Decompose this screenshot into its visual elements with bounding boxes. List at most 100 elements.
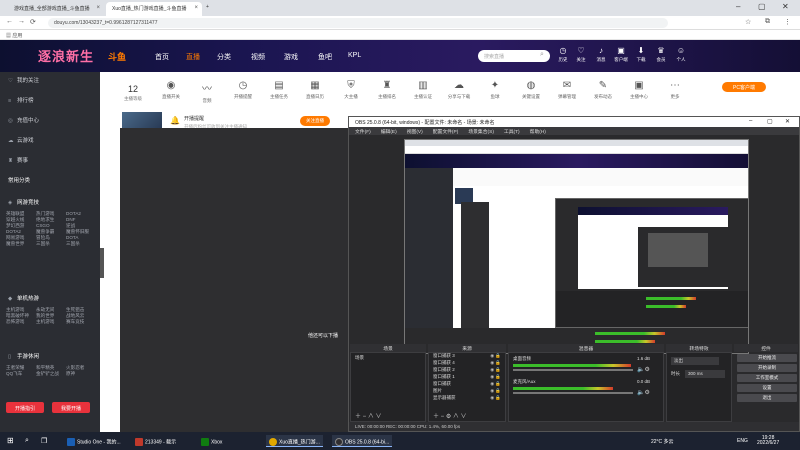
site-logo[interactable]: 斗鱼 — [108, 50, 126, 63]
obs-menu-item[interactable]: 配置文件(P) — [433, 130, 459, 135]
nav-home[interactable]: 首页 — [155, 52, 169, 62]
nav-games[interactable]: 游戏 — [284, 52, 298, 62]
obs-control-button[interactable]: 工作室模式 — [737, 374, 797, 382]
header-profile[interactable]: ☺ 个人 — [672, 46, 690, 63]
sidebar-item-recharge[interactable]: ◎ 充值中心 — [8, 116, 39, 124]
obs-control-button[interactable]: 退出 — [737, 394, 797, 402]
taskbar-app-obs[interactable]: OBS 25.0.8 (64-bi... — [332, 435, 393, 447]
reload-icon[interactable]: ⟳ — [30, 18, 36, 26]
nav-video[interactable]: 视频 — [251, 52, 265, 62]
back-icon[interactable]: ← — [6, 18, 13, 25]
eye-icon[interactable]: ◉ 🔒 — [490, 395, 501, 401]
sidebar-item-follow[interactable]: ♡ 我的关注 — [8, 76, 39, 84]
source-item[interactable]: 窗口捕获 4 ◉ 🔒 — [429, 360, 505, 367]
browser-tab-active[interactable]: Xuo直播_热门游戏直播_斗鱼直播 × — [106, 2, 202, 16]
game-link[interactable]: 三国杀 — [36, 241, 66, 247]
game-link[interactable]: 主机游戏 — [36, 319, 66, 325]
sidebar-item-cloudgame[interactable]: ☁ 云游戏 — [8, 136, 34, 144]
tool-item[interactable]: ✉ 弹幕管理 — [552, 80, 582, 100]
nav-category[interactable]: 分类 — [217, 52, 231, 62]
source-item[interactable]: 窗口捕获 1 ◉ 🔒 — [429, 374, 505, 381]
game-link[interactable]: 金铲铲之战 — [36, 371, 66, 377]
close-window-icon[interactable]: ✕ — [782, 2, 789, 11]
tool-item[interactable]: ▣ 主播中心 — [624, 80, 654, 100]
tool-item[interactable]: ▦ 直播日历 — [300, 80, 330, 100]
source-add-remove-icons[interactable]: ＋ − ⚙ ∧ ∨ — [433, 411, 467, 420]
scene-add-remove-icons[interactable]: ＋ − ∧ ∨ — [355, 411, 382, 420]
sidebar-section-net[interactable]: ◈ 网游竞技 — [8, 198, 39, 206]
search-icon[interactable]: ⌕ — [22, 435, 32, 447]
transition-select[interactable]: 淡出 — [671, 357, 719, 365]
game-link[interactable]: CSGO — [36, 223, 66, 228]
search-icon[interactable]: ⌕ — [540, 51, 544, 59]
obs-menu-item[interactable]: 工具(T) — [504, 130, 520, 135]
obs-control-button[interactable]: 开始推流 — [737, 354, 797, 362]
source-item[interactable]: 窗口捕获 2 ◉ 🔒 — [429, 367, 505, 374]
tool-item[interactable]: ◉ 直播开关 — [156, 80, 186, 100]
header-client[interactable]: ▣ 客户端 — [612, 46, 630, 63]
taskbar-app-xbox[interactable]: Xbox — [198, 435, 225, 447]
source-item[interactable]: 显示器捕获 ◉ 🔒 — [429, 395, 505, 402]
header-message[interactable]: ♪ 消息 — [592, 46, 610, 63]
volume-slider[interactable] — [513, 369, 633, 371]
close-icon[interactable]: × — [96, 5, 100, 11]
maximize-icon[interactable]: ▢ — [758, 2, 766, 11]
obs-preview[interactable] — [404, 139, 749, 354]
nav-live[interactable]: 直播 — [186, 52, 200, 62]
obs-menu-item[interactable]: 帮助(H) — [530, 130, 546, 135]
close-icon[interactable]: × — [194, 5, 198, 11]
sidebar-section-mobile[interactable]: ▯ 手游休闲 — [8, 352, 39, 360]
eye-icon[interactable]: ◉ 🔒 — [490, 381, 501, 387]
game-link[interactable]: DOTA2 — [6, 229, 36, 234]
obs-control-button[interactable]: 设置 — [737, 384, 797, 392]
site-banner[interactable]: 逐浪新生 — [38, 46, 94, 65]
new-tab-button[interactable]: + — [204, 2, 214, 16]
url-input[interactable]: douyu.com/13043237_t=0.9961287127311477 — [48, 18, 668, 28]
start-live-button[interactable]: 我要开播 — [52, 402, 90, 413]
speaker-icon[interactable]: 🔈⚙ — [637, 366, 650, 373]
taskbar-app-studio[interactable]: Studio One - 我的... — [64, 435, 124, 447]
follow-live-button[interactable]: 关注直播 — [300, 116, 330, 126]
tool-item[interactable]: ⋯ 更多 — [660, 80, 690, 100]
source-item[interactable]: 窗口捕获 3 ◉ 🔒 — [429, 353, 505, 360]
sidebar-section-single[interactable]: ◆ 单机热游 — [8, 294, 39, 302]
game-link[interactable]: 赛车竞技 — [66, 319, 96, 325]
pc-client-button[interactable]: PC客户端 — [722, 82, 766, 92]
source-item[interactable]: 窗口捕获 ◉ 🔒 — [429, 381, 505, 388]
header-follow[interactable]: ♡ 关注 — [572, 46, 590, 63]
game-link[interactable]: DOTA — [66, 235, 96, 240]
tool-item[interactable]: ☁ 分享与下载 — [444, 80, 474, 100]
obs-menu-item[interactable]: 文件(F) — [355, 130, 371, 135]
tool-item[interactable]: ▥ 主播认证 — [408, 80, 438, 100]
duration-input[interactable]: 300 ms — [685, 370, 725, 378]
taskbar-app-chrome[interactable]: Xuo直播_热门游... — [266, 435, 323, 447]
header-download[interactable]: ⬇ 下载 — [632, 46, 650, 63]
taskbar-app-snip[interactable]: 213349 - 截示 — [132, 435, 179, 447]
obs-menu-item[interactable]: 编辑(E) — [381, 130, 397, 135]
tool-item[interactable]: ✎ 发布动态 — [588, 80, 618, 100]
clock[interactable]: 19:28 2022/6/27 — [754, 435, 782, 447]
obs-control-button[interactable]: 开始录制 — [737, 364, 797, 372]
minimize-icon[interactable]: – — [749, 118, 752, 124]
game-link[interactable]: QQ飞车 — [6, 371, 36, 377]
close-icon[interactable]: ✕ — [785, 118, 790, 125]
eye-icon[interactable]: ◉ 🔒 — [490, 374, 501, 380]
header-history[interactable]: ◷ 历史 — [554, 46, 572, 63]
obs-menu-item[interactable]: 场景集合(S) — [468, 130, 494, 135]
language-indicator[interactable]: ENG — [734, 435, 751, 447]
eye-icon[interactable]: ◉ 🔒 — [490, 353, 501, 359]
live-guide-button[interactable]: 开播指引 — [6, 402, 44, 413]
tool-item[interactable]: ⛨ 大主播 — [336, 80, 366, 100]
scene-item[interactable]: 场景 — [351, 355, 425, 362]
star-icon[interactable]: ☆ — [745, 18, 751, 26]
tool-item[interactable]: 〰音频 — [192, 80, 222, 104]
eye-icon[interactable]: ◉ 🔒 — [490, 360, 501, 366]
forward-icon[interactable]: → — [18, 18, 25, 25]
game-link[interactable]: 原神 — [66, 371, 96, 377]
game-link[interactable]: 三国杀 — [66, 241, 96, 247]
browser-tab[interactable]: 游戏直播_全部游戏直播_斗鱼直播 × — [8, 2, 104, 16]
nav-yuba[interactable]: 鱼吧 — [318, 52, 332, 62]
game-link[interactable]: 恐怖游戏 — [6, 319, 36, 325]
source-item[interactable]: 图片 ◉ 🔒 — [429, 388, 505, 395]
taskview-icon[interactable]: ❐ — [38, 435, 50, 447]
